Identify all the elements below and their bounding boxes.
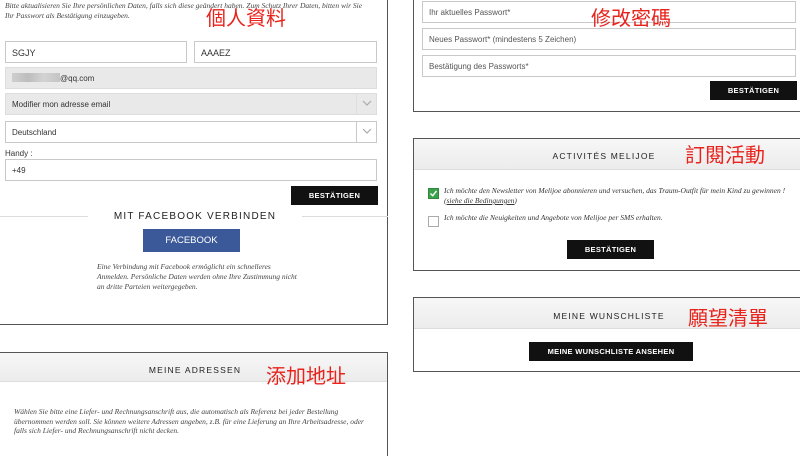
addresses-text: Wählen Sie bitte eine Liefer- und Rechnu… bbox=[14, 407, 364, 435]
first-name-field[interactable]: SGJY bbox=[5, 41, 187, 63]
newsletter-close: ) bbox=[514, 196, 517, 205]
divider bbox=[414, 169, 800, 170]
chevron-down-icon bbox=[356, 122, 376, 142]
activities-confirm-button[interactable]: BESTÄTIGEN bbox=[567, 240, 654, 259]
country-select[interactable]: Deutschland bbox=[5, 121, 377, 143]
email-field: @qq.com bbox=[5, 67, 377, 89]
addresses-title: MEINE ADRESSEN bbox=[148, 365, 242, 375]
email-blur-mask bbox=[12, 73, 60, 83]
password-confirm-button[interactable]: BESTÄTIGEN bbox=[710, 81, 797, 100]
country-value: Deutschland bbox=[12, 128, 57, 137]
email-select-value: Modifier mon adresse email bbox=[12, 100, 111, 109]
terms-link[interactable]: siehe die Bedingungen bbox=[447, 196, 515, 205]
wishlist-label: 願望清單 bbox=[688, 306, 768, 330]
new-password-placeholder: Neues Passwort* (mindestens 5 Zeichen) bbox=[429, 35, 577, 44]
add-address-label: 添加地址 bbox=[266, 364, 346, 388]
phone-field[interactable]: +49 bbox=[5, 159, 377, 181]
sms-checkbox[interactable] bbox=[428, 216, 439, 227]
chevron-down-icon bbox=[356, 94, 376, 114]
personal-confirm-button[interactable]: BESTÄTIGEN bbox=[291, 186, 378, 205]
facebook-button[interactable]: FACEBOOK bbox=[143, 229, 240, 252]
last-name-value: AAAEZ bbox=[201, 48, 231, 58]
sms-text: Ich möchte die Neuigkeiten und Angebote … bbox=[444, 213, 663, 222]
email-modify-select[interactable]: Modifier mon adresse email bbox=[5, 93, 377, 115]
subscribe-activities-label: 訂閱活動 bbox=[685, 143, 765, 167]
view-wishlist-button[interactable]: MEINE WUNSCHLISTE ANSEHEN bbox=[529, 342, 693, 361]
last-name-field[interactable]: AAAEZ bbox=[194, 41, 377, 63]
personal-data-label: 個人資料 bbox=[206, 6, 286, 30]
checkmark-icon bbox=[430, 190, 438, 197]
activities-title: ACTIVITÉS MELIJOE bbox=[552, 151, 656, 161]
new-password-field[interactable]: Neues Passwort* (mindestens 5 Zeichen) bbox=[422, 28, 796, 50]
current-password-placeholder: Ihr aktuelles Passwort* bbox=[429, 8, 511, 17]
confirm-password-field[interactable]: Bestätigung des Passworts* bbox=[422, 55, 796, 77]
wishlist-title: MEINE WUNSCHLISTE bbox=[553, 311, 665, 321]
newsletter-text: Ich möchte den Newsletter von Melijoe ab… bbox=[444, 186, 794, 206]
personal-intro-text: Bitte aktualisieren Sie Ihre persönliche… bbox=[5, 1, 363, 20]
change-password-label: 修改密碼 bbox=[591, 6, 671, 30]
phone-label: Handy : bbox=[5, 149, 33, 158]
confirm-password-placeholder: Bestätigung des Passworts* bbox=[429, 62, 529, 71]
email-suffix: @qq.com bbox=[60, 74, 95, 83]
newsletter-checkbox[interactable] bbox=[428, 188, 439, 199]
facebook-section-title: MIT FACEBOOK VERBINDEN bbox=[88, 211, 302, 222]
facebook-note: Eine Verbindung mit Facebook ermöglicht … bbox=[97, 262, 297, 291]
personal-data-panel: Bitte aktualisieren Sie Ihre persönliche… bbox=[0, 0, 388, 325]
phone-value: +49 bbox=[12, 166, 26, 175]
first-name-value: SGJY bbox=[12, 48, 36, 58]
